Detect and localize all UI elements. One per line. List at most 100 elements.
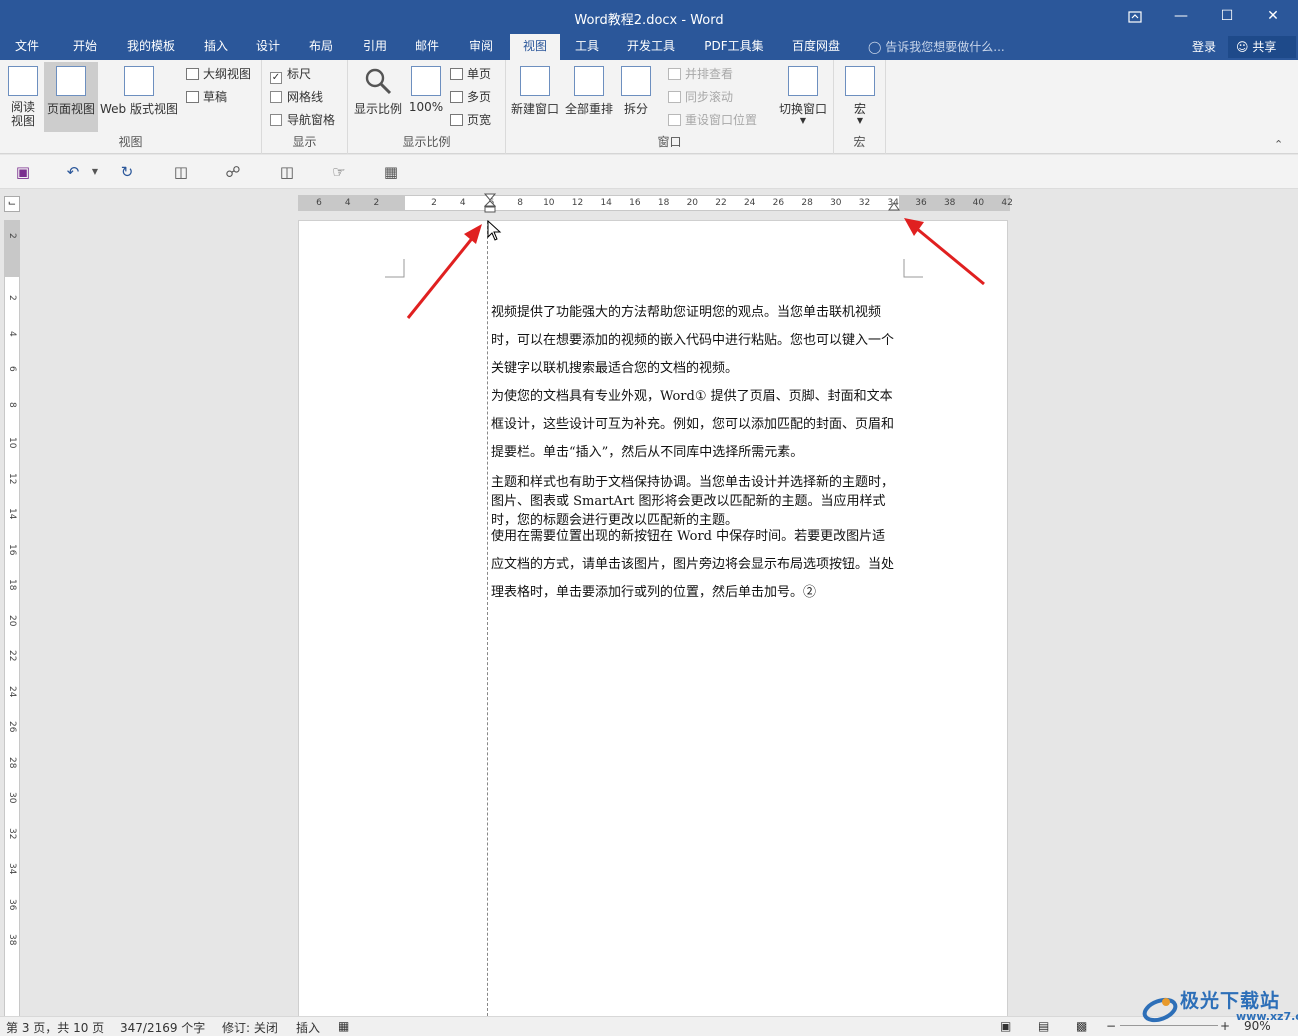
undo-icon[interactable]: ↶ [64, 163, 82, 181]
tab-view[interactable]: 视图 [510, 34, 560, 60]
web-layout-button[interactable]: Web 版式视图 [98, 62, 180, 117]
page-count[interactable]: 第 3 页，共 10 页 [6, 1019, 104, 1036]
macros-button[interactable]: 宏 ▼ [838, 62, 882, 125]
redo-icon[interactable]: ↻ [118, 163, 136, 181]
dropdown-arrow-icon: ▼ [856, 116, 864, 125]
print-layout-button[interactable]: 页面视图 [44, 62, 98, 132]
arrange-all-button[interactable]: 全部重排 [562, 62, 616, 117]
ruler-tick-label: 6 [316, 198, 322, 208]
undo-dropdown-icon[interactable]: ▼ [86, 163, 104, 181]
paragraph-4[interactable]: 使用在需要位置出现的新按钮在 Word 中保存时间。若要更改图片适应文档的方式，… [491, 523, 898, 607]
check-icon: ✓ [270, 72, 282, 84]
outline-button[interactable]: 大纲视图 [186, 64, 251, 84]
track-changes-status[interactable]: 修订: 关闭 [222, 1019, 278, 1036]
ruler-tick-label: 24 [743, 198, 756, 208]
web-icon[interactable]: ☍ [224, 163, 242, 181]
tab-mailings[interactable]: 邮件 [404, 34, 450, 60]
group-window-label: 窗口 [657, 135, 682, 149]
reset-position-label: 重设窗口位置 [685, 113, 758, 127]
globe-page-icon [124, 66, 154, 96]
group-views-label: 视图 [118, 135, 143, 149]
side-by-side-button[interactable]: 并排查看 [668, 64, 733, 84]
insert-mode[interactable]: 插入 [296, 1019, 320, 1036]
gridlines-checkbox[interactable]: 网格线 [270, 87, 323, 107]
watermark-url: www.xz7.com [1236, 1010, 1298, 1023]
close-button[interactable]: ✕ [1250, 0, 1296, 34]
tab-my-templates[interactable]: 我的模板 [116, 34, 186, 60]
sync-scroll-button[interactable]: 同步滚动 [668, 87, 733, 107]
tab-review[interactable]: 审阅 [458, 34, 504, 60]
multi-page-button[interactable]: 多页 [450, 87, 491, 107]
tab-pdf-tools[interactable]: PDF工具集 [696, 34, 772, 60]
tab-developer[interactable]: 开发工具 [618, 34, 684, 60]
document-page[interactable]: 视频提供了功能强大的方法帮助您证明您的观点。当您单击联机视频时，可以在想要添加的… [298, 220, 1008, 1016]
reset-position-button[interactable]: 重设窗口位置 [668, 110, 757, 130]
watermark-logo: 极光下载站 www.xz7.com [1140, 984, 1298, 1028]
maximize-button[interactable]: ☐ [1204, 0, 1250, 34]
ruler-checkbox[interactable]: ✓ 标尺 [270, 64, 311, 84]
vertical-ruler-tick-label: 20 [7, 614, 17, 626]
customize-icon[interactable]: ▦ [382, 163, 400, 181]
group-window: 新建窗口 全部重排 拆分 并排查看 同步滚动 重设窗口位置 切换窗口 ▼ 窗口 [506, 60, 834, 154]
tab-layout[interactable]: 布局 [298, 34, 344, 60]
zoom-100-icon [411, 66, 441, 96]
ruler-top-margin [5, 221, 19, 277]
zoom-100-button[interactable]: 100% [406, 62, 446, 114]
save-icon[interactable]: ▣ [14, 163, 32, 181]
nav-pane-checkbox[interactable]: 导航窗格 [270, 110, 335, 130]
sync-scroll-icon [668, 91, 681, 103]
vertical-ruler-tick-label: 2 [7, 233, 17, 239]
print-layout-view-icon[interactable]: ▤ [1038, 1019, 1049, 1033]
document-workspace: ⌙ 64224681012141618202224262830323436384… [0, 190, 1298, 1016]
ruler-tick-label: 22 [715, 198, 727, 208]
web-layout-view-icon[interactable]: ▩ [1076, 1019, 1087, 1033]
tab-design[interactable]: 设计 [246, 34, 290, 60]
tab-references[interactable]: 引用 [352, 34, 398, 60]
collapse-ribbon-icon[interactable]: ⌃ [1274, 138, 1283, 151]
two-pages-icon[interactable]: ◫ [172, 163, 190, 181]
ruler-tick-label: 26 [772, 198, 785, 208]
horizontal-ruler[interactable]: 6422468101214161820222426283032343638404… [298, 195, 1013, 211]
zoom-out-icon[interactable]: − [1106, 1019, 1116, 1033]
crop-mark-top-left [385, 259, 405, 278]
multi-page-icon [450, 91, 463, 103]
draft-button[interactable]: 草稿 [186, 87, 227, 107]
minimize-button[interactable]: — [1158, 0, 1204, 34]
outline-label: 大纲视图 [203, 67, 252, 81]
switch-windows-button[interactable]: 切换窗口 ▼ [774, 62, 832, 125]
macro-record-icon[interactable]: ▦ [338, 1019, 349, 1033]
watermark-text: 极光下载站 [1180, 990, 1281, 1012]
page-width-button[interactable]: 页宽 [450, 110, 491, 130]
new-window-button[interactable]: 新建窗口 [508, 62, 562, 117]
read-mode-button[interactable]: 阅读 视图 [4, 62, 42, 128]
read-mode-view-icon[interactable]: ▣ [1000, 1019, 1011, 1033]
group-show: ✓ 标尺 网格线 导航窗格 显示 [262, 60, 348, 154]
left-indent-marker[interactable] [484, 193, 496, 213]
tab-baidu-netdisk[interactable]: 百度网盘 [782, 34, 850, 60]
vertical-ruler-tick-label: 4 [7, 330, 17, 337]
split-button[interactable]: 拆分 [616, 62, 656, 117]
login-link[interactable]: 登录 [1192, 38, 1216, 55]
tab-selector-icon[interactable]: ⌙ [4, 196, 20, 212]
paragraph-2[interactable]: 为使您的文档具有专业外观，Word① 提供了页眉、页脚、封面和文本框设计，这些设… [491, 383, 898, 467]
right-indent-marker[interactable] [888, 202, 900, 212]
tab-tools[interactable]: 工具 [564, 34, 610, 60]
ribbon-display-options-button[interactable] [1112, 0, 1158, 34]
zoom-button[interactable]: 显示比例 [352, 62, 404, 117]
tab-insert[interactable]: 插入 [194, 34, 238, 60]
word-count[interactable]: 347/2169 个字 [120, 1019, 205, 1036]
indent-guide-line [487, 221, 488, 1016]
vertical-ruler[interactable]: 2 2 4 6 8 10 12 14 16 18 20 22 24 26 28 30 32 34 36 38 [4, 220, 20, 1016]
group-zoom-label: 显示比例 [402, 135, 451, 149]
paragraph-1[interactable]: 视频提供了功能强大的方法帮助您证明您的观点。当您单击联机视频时，可以在想要添加的… [491, 299, 898, 383]
tab-home[interactable]: 开始 [62, 34, 108, 60]
print-preview-icon[interactable]: ◫ [278, 163, 296, 181]
tell-me-box[interactable]: ◯ 告诉我您想要做什么... [868, 38, 1005, 55]
one-page-button[interactable]: 单页 [450, 64, 491, 84]
tab-file[interactable]: 文件 [4, 34, 50, 60]
paragraph-3[interactable]: 主题和样式也有助于文档保持协调。当您单击设计并选择新的主题时，图片、图表或 Sm… [491, 473, 898, 530]
share-button[interactable]: ☺ 共享 [1228, 36, 1296, 58]
touch-mode-icon[interactable]: ☞ [330, 163, 348, 181]
side-by-side-icon [668, 68, 681, 80]
multi-page-label: 多页 [467, 90, 492, 104]
